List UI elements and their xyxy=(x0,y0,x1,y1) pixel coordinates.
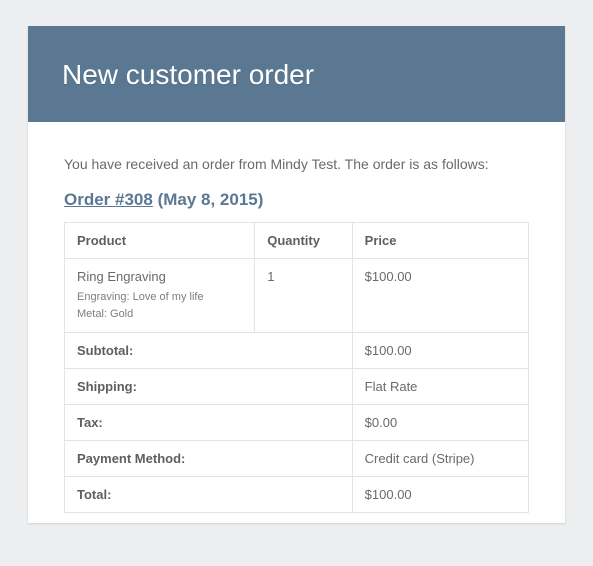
order-heading: Order #308 (May 8, 2015) xyxy=(64,190,529,210)
order-date: (May 8, 2015) xyxy=(158,190,264,209)
email-header: New customer order xyxy=(28,26,565,122)
totals-value: $0.00 xyxy=(352,405,528,441)
intro-text: You have received an order from Mindy Te… xyxy=(64,156,529,172)
order-link[interactable]: Order #308 xyxy=(64,190,153,209)
totals-row: Subtotal: $100.00 xyxy=(65,333,529,369)
totals-row: Shipping: Flat Rate xyxy=(65,369,529,405)
cell-quantity: 1 xyxy=(255,258,352,333)
totals-label: Payment Method: xyxy=(65,441,353,477)
product-meta-line: Engraving: Love of my life xyxy=(77,291,204,303)
totals-value: Flat Rate xyxy=(352,369,528,405)
cell-product: Ring Engraving Engraving: Love of my lif… xyxy=(65,258,255,333)
totals-row: Total: $100.00 xyxy=(65,477,529,513)
totals-label: Tax: xyxy=(65,405,353,441)
col-header-product: Product xyxy=(65,222,255,258)
order-table: Product Quantity Price Ring Engraving En… xyxy=(64,222,529,514)
cell-price: $100.00 xyxy=(352,258,528,333)
col-header-price: Price xyxy=(352,222,528,258)
email-card: New customer order You have received an … xyxy=(28,26,565,523)
product-name: Ring Engraving xyxy=(77,269,242,284)
totals-label: Total: xyxy=(65,477,353,513)
table-row: Ring Engraving Engraving: Love of my lif… xyxy=(65,258,529,333)
totals-label: Shipping: xyxy=(65,369,353,405)
totals-row: Payment Method: Credit card (Stripe) xyxy=(65,441,529,477)
totals-value: $100.00 xyxy=(352,333,528,369)
col-header-quantity: Quantity xyxy=(255,222,352,258)
email-body: You have received an order from Mindy Te… xyxy=(28,122,565,524)
totals-row: Tax: $0.00 xyxy=(65,405,529,441)
totals-value: Credit card (Stripe) xyxy=(352,441,528,477)
totals-label: Subtotal: xyxy=(65,333,353,369)
product-meta-line: Metal: Gold xyxy=(77,308,133,320)
totals-value: $100.00 xyxy=(352,477,528,513)
page-title: New customer order xyxy=(62,58,531,92)
